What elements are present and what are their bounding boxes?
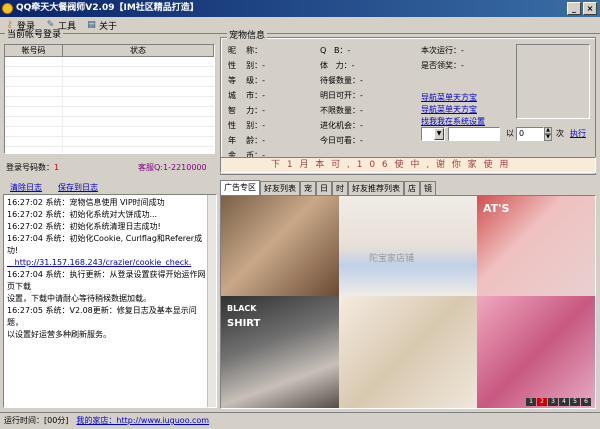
- pet-field-city: 城 市：-: [228, 91, 266, 100]
- log-line: 16:27:04 系统：初始化Cookie, Curlflag和Referer成…: [7, 234, 203, 255]
- ad-photo-3[interactable]: AT'S: [477, 196, 595, 296]
- count-spinner[interactable]: 0: [516, 127, 544, 141]
- nav-dot[interactable]: 2: [537, 398, 547, 406]
- pet-avatar: [516, 44, 590, 119]
- black-text: BLACK: [227, 304, 257, 313]
- pet-fields-col2: Q B：- 体 力：- 待餐数量：- 明日可开：- 不限数量：- 进化机会：- …: [320, 46, 415, 151]
- save-log-link[interactable]: 保存到日志: [58, 183, 98, 193]
- key-icon: ⚷: [6, 19, 13, 30]
- log-line: 16:27:02 系统：初始化系统对大饼成功...: [7, 210, 158, 219]
- spin-prefix: 以: [506, 129, 514, 138]
- target-input[interactable]: [448, 127, 500, 141]
- execute-link[interactable]: 执行: [570, 129, 586, 139]
- spin-up-icon[interactable]: ▲: [544, 127, 552, 134]
- spin-unit: 次: [556, 129, 564, 138]
- log-line: 以设置好运营多种刷新服务。: [7, 330, 111, 339]
- pet-status: 本次运行：- 是否领奖：- 导航菜单天方宝 导航菜单天方宝 找我我在系统设置: [421, 46, 511, 129]
- pet-field-intelligence: 智 力：-: [228, 106, 266, 115]
- about-button[interactable]: ▤ 关于: [86, 19, 117, 32]
- log-line: 16:27:02 系统：初始化系统清理日志成功!: [7, 222, 161, 231]
- pet-field-today: 今日可看：-: [320, 136, 363, 145]
- nav-dot[interactable]: 3: [548, 398, 558, 406]
- pet-field-gender: 性 别：-: [228, 61, 266, 70]
- nav-dot[interactable]: 4: [559, 398, 569, 406]
- about-label: 关于: [99, 21, 118, 32]
- ad-photo-grid[interactable]: 陀宝家店铺 AT'S BLACK SHIRT 1 2 3 4 5 6: [220, 195, 596, 409]
- tab-shop[interactable]: 店: [404, 181, 420, 195]
- service-value: 1-2210000: [163, 163, 207, 172]
- pet-field-nickname: 昵 称：: [228, 46, 263, 55]
- pet-field-pending: 待餐数量：-: [320, 76, 363, 85]
- minimize-button[interactable]: _: [567, 2, 581, 15]
- log-line: 16:27:04 系统：执行更新：从登录设置获得开始运作网页下载: [7, 270, 206, 291]
- column-header-account[interactable]: 帐号码: [5, 45, 63, 57]
- marquee-text: 下 1 月 本 可 , 1 0 6 使 中 , 谢 你 家 使 用: [271, 160, 511, 170]
- nav-dot[interactable]: 5: [570, 398, 580, 406]
- status-bar: 运行时间：[00分] 我的家店：http://www.iuguoo.com: [0, 412, 600, 429]
- pet-field-tomorrow: 明日可开：-: [320, 91, 363, 100]
- log-link[interactable]: http://31.157.168.243/crazier/cookie_che…: [7, 257, 206, 269]
- shirt-text: SHIRT: [227, 318, 261, 329]
- pet-field-qb: Q B：-: [320, 46, 351, 55]
- clear-log-link[interactable]: 清除日志: [10, 183, 42, 193]
- log-scrollbar[interactable]: [207, 195, 216, 407]
- run-status: 本次运行：-: [421, 46, 464, 55]
- ad-photo-5[interactable]: [339, 296, 477, 408]
- tab-friends[interactable]: 好友列表: [260, 181, 300, 195]
- window-controls: _ ×: [567, 2, 597, 15]
- chevron-down-icon: ▼: [434, 128, 444, 140]
- pet-field-evolve: 进化机会：-: [320, 121, 363, 130]
- marquee-banner: 下 1 月 本 可 , 1 0 6 使 中 , 谢 你 家 使 用: [220, 157, 596, 173]
- log-line: 设置，下载中请耐心等待稍候数据加载。: [7, 294, 151, 303]
- spin-down-icon[interactable]: ▼: [544, 134, 552, 141]
- nav-link-1[interactable]: 导航菜单天方宝: [421, 93, 511, 105]
- log-line: 16:27:02 系统：宠物信息使用 VIP时间成功: [7, 198, 165, 207]
- tab-pet[interactable]: 宠: [300, 181, 316, 195]
- select-dropdown[interactable]: ▼: [421, 127, 445, 141]
- award-status: 是否领奖：-: [421, 61, 464, 70]
- log-area[interactable]: 16:27:02 系统：宠物信息使用 VIP时间成功 16:27:02 系统：初…: [3, 194, 217, 408]
- tab-day[interactable]: 日: [316, 181, 332, 195]
- ad-photo-4[interactable]: BLACK SHIRT: [221, 296, 339, 408]
- pet-info-title: 宠物信息: [227, 31, 268, 42]
- homepage-link[interactable]: 我的家店：http://www.iuguoo.com: [76, 416, 209, 426]
- pet-field-age: 年 龄：-: [228, 136, 266, 145]
- tab-time[interactable]: 时: [332, 181, 348, 195]
- online-count: 登录号码数：1: [6, 163, 59, 173]
- pet-field-stamina: 体 力：-: [320, 61, 355, 70]
- ad-photo-6[interactable]: [477, 296, 595, 408]
- tab-ads[interactable]: 广告专区: [220, 180, 260, 195]
- window-title: QQ牵天大餐阀师V2.09【IM社区精品打造】: [16, 3, 199, 13]
- app-icon: [2, 3, 13, 14]
- tab-mirror[interactable]: 镜: [420, 181, 436, 195]
- nav-dot[interactable]: 6: [581, 398, 591, 406]
- pet-field-unlimited: 不限数量：-: [320, 106, 363, 115]
- watermark-text: 陀宝家店铺: [369, 254, 415, 264]
- pencil-icon: ✎: [46, 19, 55, 30]
- account-list[interactable]: 帐号码 状态: [4, 44, 215, 154]
- book-icon: ▤: [87, 19, 96, 30]
- runtime-status: 运行时间：[00分]: [4, 416, 69, 425]
- pet-field-sex: 性 别：-: [228, 121, 266, 130]
- service-label: 客服Q:: [138, 163, 163, 172]
- service-info: 客服Q:1-2210000: [138, 163, 207, 173]
- ad-photo-1[interactable]: [221, 196, 339, 296]
- online-count-value: 1: [54, 163, 60, 172]
- brand-text: AT'S: [483, 202, 510, 215]
- photo-nav: 1 2 3 4 5 6: [526, 398, 591, 406]
- online-count-label: 登录号码数：: [6, 163, 54, 172]
- pet-fields-col1: 昵 称： 性 别：- 等 级：- 城 市：- 智 力：- 性 别：- 年 龄：-…: [228, 46, 318, 166]
- tab-strip: 广告专区 好友列表 宠 日 时 好友推荐列表 店 镜: [220, 179, 596, 195]
- pet-field-level: 等 级：-: [228, 76, 266, 85]
- nav-dot[interactable]: 1: [526, 398, 536, 406]
- ad-photo-2[interactable]: 陀宝家店铺: [339, 196, 477, 296]
- title-bar: QQ牵天大餐阀师V2.09【IM社区精品打造】: [0, 0, 600, 17]
- account-panel-title: 当前帐号登录: [5, 30, 64, 41]
- nav-link-2[interactable]: 导航菜单天方宝: [421, 105, 511, 117]
- tab-recommend[interactable]: 好友推荐列表: [348, 181, 404, 195]
- log-line: 16:27:05 系统：V2.08更新：修复日志及基本显示问题，: [7, 306, 197, 327]
- close-button[interactable]: ×: [583, 2, 597, 15]
- spinner-arrows[interactable]: ▲ ▼: [544, 127, 552, 141]
- column-header-status[interactable]: 状态: [63, 45, 214, 57]
